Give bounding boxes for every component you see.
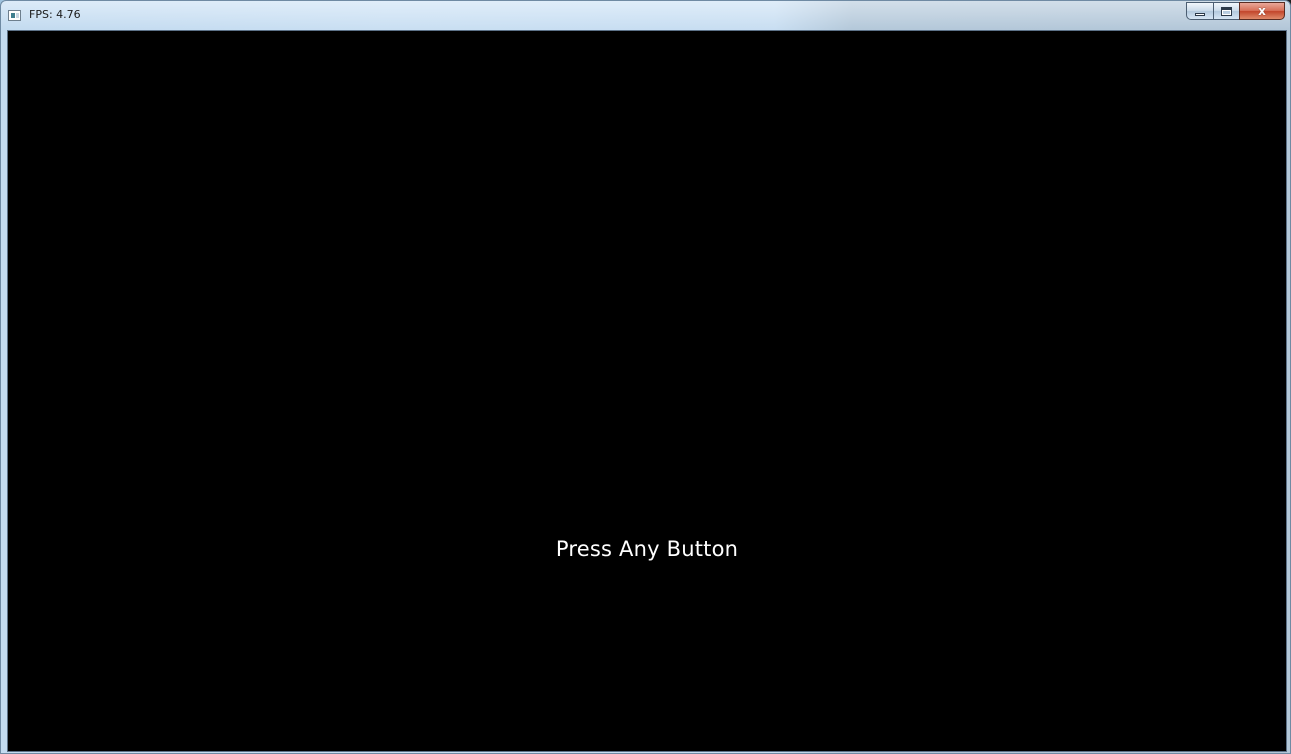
caption-buttons: x — [1186, 2, 1285, 21]
press-any-button-prompt: Press Any Button — [555, 537, 739, 561]
window-title: FPS: 4.76 — [29, 8, 81, 21]
minimize-icon — [1195, 13, 1205, 16]
maximize-button[interactable] — [1213, 2, 1239, 20]
title-bar[interactable]: FPS: 4.76 x — [1, 1, 1290, 30]
game-window[interactable]: FPS: 4.76 x Press Any Button — [0, 0, 1291, 754]
game-viewport[interactable]: Press Any Button — [7, 30, 1287, 752]
app-window-icon[interactable] — [8, 10, 21, 21]
close-icon: x — [1258, 4, 1266, 18]
close-button[interactable]: x — [1239, 2, 1285, 20]
minimize-button[interactable] — [1186, 2, 1213, 20]
maximize-icon — [1221, 7, 1232, 16]
